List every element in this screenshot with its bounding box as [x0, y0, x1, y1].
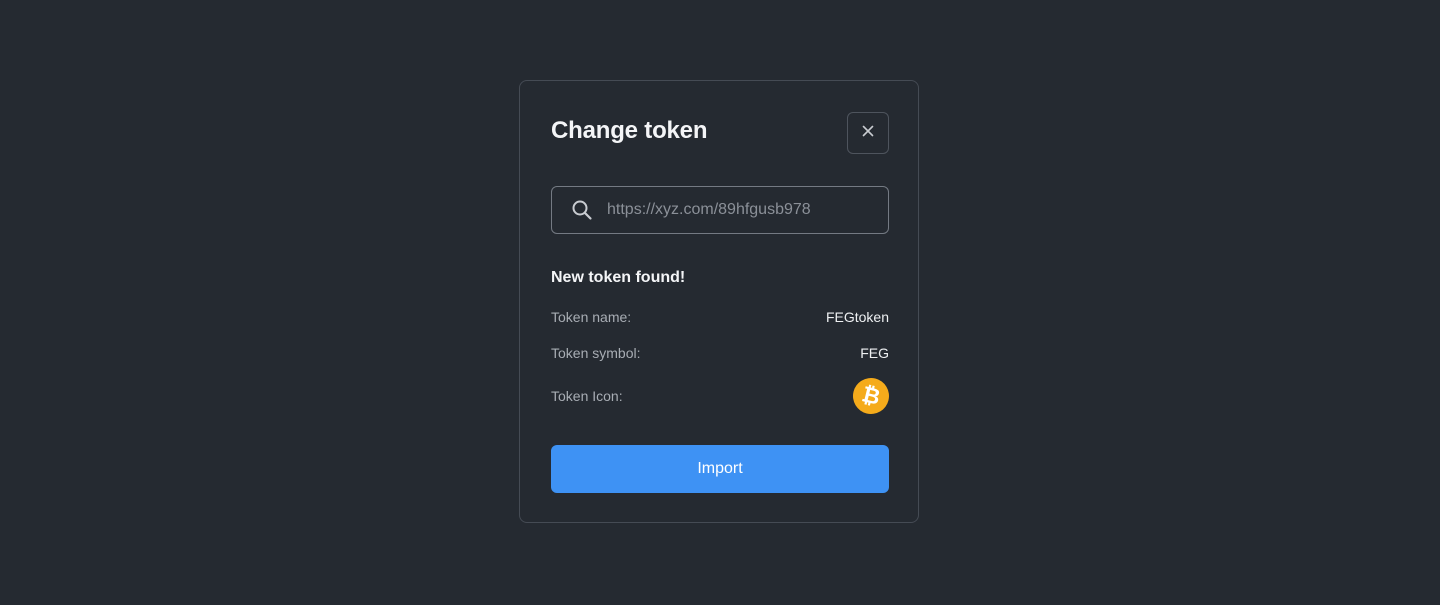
change-token-modal: Change token New token found! Token name… — [519, 80, 919, 523]
modal-title: Change token — [551, 117, 708, 144]
search-icon — [571, 199, 593, 221]
token-symbol-row: Token symbol: FEG — [551, 343, 889, 363]
search-field — [551, 186, 889, 234]
search-input[interactable] — [607, 201, 877, 219]
token-icon-label: Token Icon: — [551, 388, 623, 404]
token-symbol-label: Token symbol: — [551, 345, 641, 361]
token-symbol-value: FEG — [860, 345, 889, 361]
bitcoin-icon: ₿ — [849, 374, 893, 418]
token-name-value: FEGtoken — [825, 309, 889, 325]
token-name-row: Token name: FEGtoken — [551, 307, 889, 327]
new-token-heading: New token found! — [551, 269, 686, 286]
close-button[interactable] — [847, 112, 889, 154]
token-icon-row: Token Icon: ₿ — [551, 374, 893, 418]
close-icon — [862, 124, 874, 142]
token-name-label: Token name: — [551, 309, 632, 325]
import-button[interactable]: Import — [551, 445, 889, 493]
